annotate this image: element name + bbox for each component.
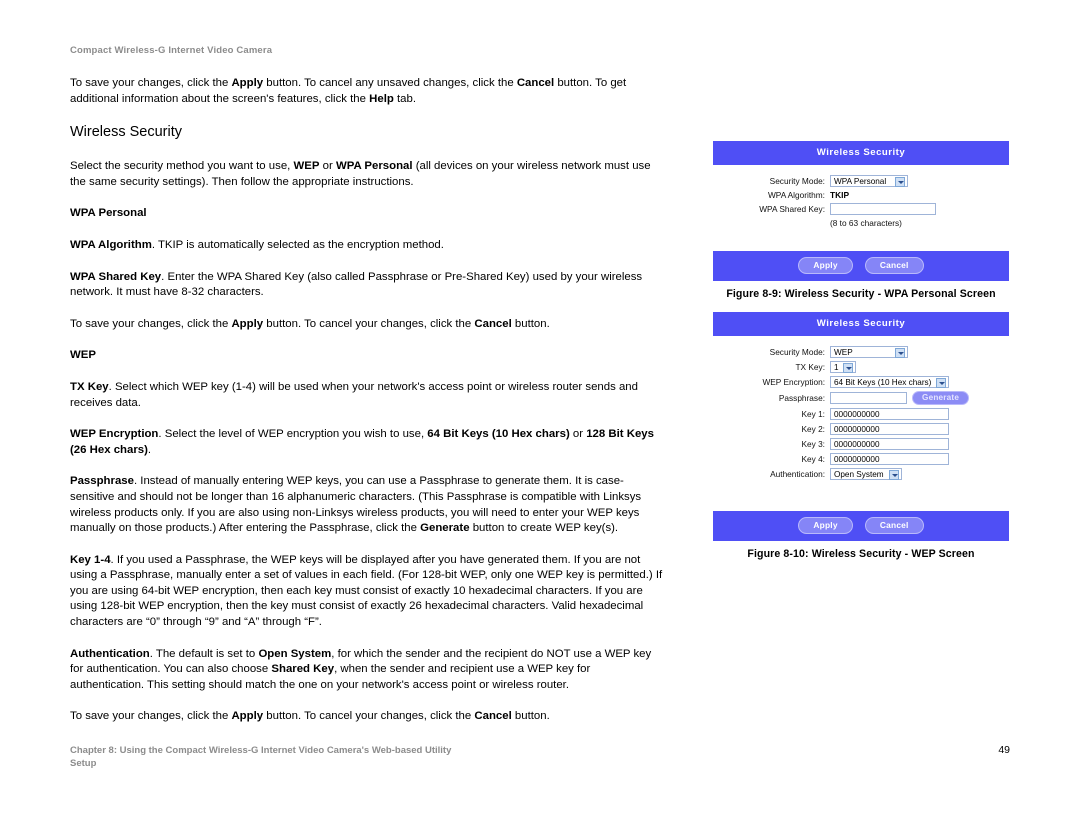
figure-caption-8-10: Figure 8-10: Wireless Security - WEP Scr… (747, 548, 975, 560)
wireless-security-wep-screen: Wireless Security Security Mode: WEP TX … (713, 312, 1009, 541)
wep-key4-label: Key 4: (801, 454, 825, 464)
wep-authentication-row: Authentication: Open System (713, 468, 1009, 480)
paragraph-save-cancel-wpa: To save your changes, click the Apply bu… (70, 317, 550, 330)
wep-key3-value: 0000000000 (834, 440, 880, 449)
paragraph-tx-key: TX Key. Select which WEP key (1-4) will … (70, 380, 638, 409)
wep-key1-value: 0000000000 (834, 410, 880, 419)
paragraph-authentication: Authentication. The default is set to Op… (70, 647, 652, 691)
wep-key3-input[interactable]: 0000000000 (830, 438, 949, 450)
footer-chapter-line-2: Setup (70, 758, 97, 769)
wep-screen-body: Security Mode: WEP TX Key: 1 WEP Encrypt… (713, 336, 1009, 511)
wep-security-mode-label: Security Mode: (769, 347, 825, 357)
wep-security-mode-select[interactable]: WEP (830, 346, 908, 358)
wpa-security-mode-value: WPA Personal (834, 177, 887, 186)
chevron-down-icon[interactable] (843, 363, 853, 373)
wep-tx-key-row: TX Key: 1 (713, 361, 1009, 373)
chevron-down-icon[interactable] (895, 348, 905, 358)
body-text-column: To save your changes, click the Apply bu… (70, 76, 667, 741)
wep-key2-label: Key 2: (801, 424, 825, 434)
wep-encryption-value: 64 Bit Keys (10 Hex chars) (834, 378, 932, 387)
wpa-screen-footer: Apply Cancel (713, 251, 1009, 281)
wep-key1-input[interactable]: 0000000000 (830, 408, 949, 420)
wep-encryption-label: WEP Encryption: (762, 377, 825, 387)
wep-generate-button[interactable]: Generate (912, 391, 970, 405)
wep-key4-input[interactable]: 0000000000 (830, 453, 949, 465)
figures-column: Wireless Security Security Mode: WPA Per… (713, 141, 1009, 560)
document-page: Compact Wireless-G Internet Video Camera… (0, 0, 1080, 834)
wep-encryption-select[interactable]: 64 Bit Keys (10 Hex chars) (830, 376, 949, 388)
page-number: 49 (998, 744, 1010, 756)
wpa-security-mode-label: Security Mode: (769, 176, 825, 186)
wpa-screen-body: Security Mode: WPA Personal WPA Algorith… (713, 165, 1009, 251)
chevron-down-icon[interactable] (889, 470, 899, 480)
wep-tx-key-label: TX Key: (795, 362, 825, 372)
wep-key3-label: Key 3: (801, 439, 825, 449)
wep-key4-row: Key 4: 0000000000 (713, 453, 1009, 465)
footer-chapter: Chapter 8: Using the Compact Wireless-G … (70, 744, 770, 770)
wep-screen-footer: Apply Cancel (713, 511, 1009, 541)
wep-authentication-value: Open System (834, 470, 884, 479)
figure-caption-8-9: Figure 8-9: Wireless Security - WPA Pers… (726, 288, 996, 300)
figure-wpa-personal: Wireless Security Security Mode: WPA Per… (713, 141, 1009, 300)
paragraph-select-method: Select the security method you want to u… (70, 160, 651, 188)
wireless-security-wpa-screen: Wireless Security Security Mode: WPA Per… (713, 141, 1009, 281)
wep-security-mode-value: WEP (834, 348, 853, 357)
wep-authentication-label: Authentication: (770, 469, 825, 479)
wpa-security-mode-select[interactable]: WPA Personal (830, 175, 908, 187)
wep-tx-key-value: 1 (834, 363, 839, 372)
wpa-shared-key-label: WPA Shared Key: (759, 204, 825, 214)
wpa-apply-button[interactable]: Apply (798, 257, 853, 274)
figure-wep: Wireless Security Security Mode: WEP TX … (713, 312, 1009, 560)
wep-authentication-select[interactable]: Open System (830, 468, 902, 480)
paragraph-key-1-4: Key 1-4. If you used a Passphrase, the W… (70, 553, 663, 629)
wep-key3-row: Key 3: 0000000000 (713, 438, 1009, 450)
running-head: Compact Wireless-G Internet Video Camera (70, 45, 273, 56)
paragraph-passphrase: Passphrase. Instead of manually entering… (70, 475, 642, 535)
paragraph-wpa-shared-key: WPA Shared Key. Enter the WPA Shared Key… (70, 270, 643, 299)
wpa-shared-key-input[interactable] (830, 203, 936, 215)
wep-screen-title: Wireless Security (713, 312, 1009, 336)
wep-passphrase-label: Passphrase: (778, 393, 825, 403)
footer-chapter-line-1: Chapter 8: Using the Compact Wireless-G … (70, 745, 452, 756)
paragraph-wep-encryption: WEP Encryption. Select the level of WEP … (70, 428, 654, 456)
wep-key1-row: Key 1: 0000000000 (713, 408, 1009, 420)
wpa-cancel-button[interactable]: Cancel (864, 257, 924, 274)
wep-tx-key-select[interactable]: 1 (830, 361, 856, 373)
wep-key4-value: 0000000000 (834, 455, 880, 464)
wep-key2-value: 0000000000 (834, 425, 880, 434)
wpa-screen-title: Wireless Security (713, 141, 1009, 165)
wep-encryption-row: WEP Encryption: 64 Bit Keys (10 Hex char… (713, 376, 1009, 388)
paragraph-intro: To save your changes, click the Apply bu… (70, 77, 627, 105)
wpa-algorithm-label: WPA Algorithm: (767, 190, 825, 200)
wpa-algorithm-row: WPA Algorithm: TKIP (713, 190, 1009, 200)
heading-wpa-personal: WPA Personal (70, 207, 147, 220)
wep-key2-row: Key 2: 0000000000 (713, 423, 1009, 435)
wpa-shared-key-hint-row: (8 to 63 characters) (713, 218, 1009, 228)
chevron-down-icon[interactable] (936, 378, 946, 388)
wep-key1-label: Key 1: (801, 409, 825, 419)
heading-wep: WEP (70, 349, 96, 362)
wep-apply-button[interactable]: Apply (798, 517, 853, 534)
wpa-shared-key-hint: (8 to 63 characters) (830, 218, 902, 228)
wep-passphrase-input[interactable] (830, 392, 907, 404)
wep-passphrase-row: Passphrase: Generate (713, 391, 1009, 405)
paragraph-wpa-algorithm: WPA Algorithm. TKIP is automatically sel… (70, 238, 444, 251)
wep-security-mode-row: Security Mode: WEP (713, 346, 1009, 358)
wep-key2-input[interactable]: 0000000000 (830, 423, 949, 435)
page-title: Wireless Security (70, 124, 182, 141)
wpa-algorithm-value: TKIP (830, 190, 850, 200)
wep-cancel-button[interactable]: Cancel (864, 517, 924, 534)
paragraph-save-cancel-wep: To save your changes, click the Apply bu… (70, 710, 550, 723)
wpa-shared-key-row: WPA Shared Key: (713, 203, 1009, 215)
wpa-security-mode-row: Security Mode: WPA Personal (713, 175, 1009, 187)
chevron-down-icon[interactable] (895, 177, 905, 187)
